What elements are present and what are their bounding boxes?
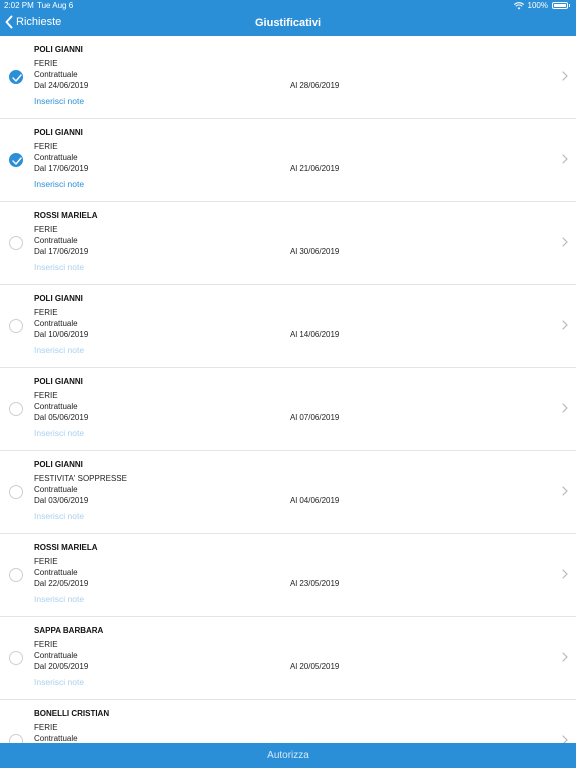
battery-icon — [552, 2, 568, 9]
chevron-right-icon — [562, 71, 568, 81]
date-to: Al 30/06/2019 — [290, 247, 340, 256]
list-item[interactable]: POLI GIANNI FERIE Contrattuale Dal 24/06/20… — [0, 36, 576, 119]
justification-type: FERIE — [34, 640, 58, 649]
chevron-right-icon — [562, 403, 568, 413]
selection-checkbox[interactable] — [9, 734, 23, 743]
justification-type: FERIE — [34, 557, 58, 566]
date-to: Al 21/06/2019 — [290, 164, 340, 173]
status-date: Tue Aug 6 — [37, 1, 74, 10]
justification-kind: Contrattuale — [34, 734, 78, 743]
selection-checkbox[interactable] — [9, 319, 23, 333]
justification-type: FERIE — [34, 723, 58, 732]
list-item[interactable]: SAPPA BARBARA FERIE Contrattuale Dal 20/05/… — [0, 617, 576, 700]
chevron-right-icon — [562, 569, 568, 579]
justification-kind: Contrattuale — [34, 153, 78, 162]
justification-type: FERIE — [34, 142, 58, 151]
justification-kind: Contrattuale — [34, 70, 78, 79]
date-to: Al 04/06/2019 — [290, 496, 340, 505]
employee-name: POLI GIANNI — [34, 460, 83, 469]
justification-kind: Contrattuale — [34, 236, 78, 245]
chevron-right-icon — [562, 652, 568, 662]
insert-notes-link[interactable]: Inserisci note — [34, 428, 84, 438]
justification-kind: Contrattuale — [34, 568, 78, 577]
wifi-icon — [513, 1, 524, 9]
justification-type: FERIE — [34, 391, 58, 400]
date-from: Dal 22/05/2019 — [34, 579, 89, 588]
date-to: Al 20/05/2019 — [290, 662, 340, 671]
insert-notes-link[interactable]: Inserisci note — [34, 511, 84, 521]
page-title: Giustificativi — [254, 17, 322, 29]
chevron-right-icon — [562, 320, 568, 330]
insert-notes-link[interactable]: Inserisci note — [34, 345, 84, 355]
justification-kind: Contrattuale — [34, 402, 78, 411]
justification-kind: Contrattuale — [34, 319, 78, 328]
status-right: 100% — [513, 1, 570, 10]
date-to: Al 14/06/2019 — [290, 330, 340, 339]
date-to: Al 28/06/2019 — [290, 81, 340, 90]
justification-type: FESTIVITA' SOPPRESSE — [34, 474, 127, 483]
battery-percent: 100% — [527, 1, 548, 10]
list-item[interactable]: POLI GIANNI FERIE Contrattuale Dal 05/06/20… — [0, 368, 576, 451]
insert-notes-link[interactable]: Inserisci note — [34, 262, 84, 272]
employee-name: POLI GIANNI — [34, 45, 83, 54]
date-from: Dal 05/06/2019 — [34, 413, 89, 422]
selection-checkbox[interactable] — [9, 485, 23, 499]
justification-type: FERIE — [34, 59, 58, 68]
justification-type: FERIE — [34, 308, 58, 317]
selection-checkbox[interactable] — [9, 236, 23, 250]
checkmark-icon — [12, 74, 22, 82]
selection-checkbox[interactable] — [9, 651, 23, 665]
date-from: Dal 24/06/2019 — [34, 81, 89, 90]
employee-name: POLI GIANNI — [34, 377, 83, 386]
selection-checkbox[interactable] — [9, 153, 23, 167]
employee-name: POLI GIANNI — [34, 128, 83, 137]
list-item[interactable]: POLI GIANNI FESTIVITA' SOPPRESSE Contrattu… — [0, 451, 576, 534]
selection-checkbox[interactable] — [9, 402, 23, 416]
status-time: 2:02 PM — [4, 1, 34, 10]
date-from: Dal 17/06/2019 — [34, 247, 89, 256]
employee-name: POLI GIANNI — [34, 294, 83, 303]
selection-checkbox[interactable] — [9, 568, 23, 582]
insert-notes-link[interactable]: Inserisci note — [34, 594, 84, 604]
list-item[interactable]: ROSSI MARIELA FERIE Contrattuale Dal 17/06/… — [0, 202, 576, 285]
chevron-right-icon — [562, 154, 568, 164]
list-item[interactable]: ROSSI MARIELA FERIE Contrattuale Dal 22/05/… — [0, 534, 576, 617]
authorize-button[interactable]: Autorizza — [0, 743, 576, 768]
employee-name: BONELLI CRISTIAN — [34, 709, 110, 718]
insert-notes-link[interactable]: Inserisci note — [34, 179, 84, 189]
status-bar: 2:02 PM Tue Aug 6 100% — [0, 0, 576, 12]
list-item[interactable]: BONELLI CRISTIAN FERIE Contrattuale — [0, 700, 576, 743]
date-from: Dal 03/06/2019 — [34, 496, 89, 505]
chevron-right-icon — [562, 735, 568, 743]
nav-bar: Richieste Giustificativi — [0, 12, 576, 36]
date-to: Al 07/06/2019 — [290, 413, 340, 422]
justification-kind: Contrattuale — [34, 651, 78, 660]
justification-list: POLI GIANNI FERIE Contrattuale Dal 24/06/20… — [0, 36, 576, 743]
list-item[interactable]: POLI GIANNI FERIE Contrattuale Dal 10/06/20… — [0, 285, 576, 368]
date-from: Dal 17/06/2019 — [34, 164, 89, 173]
checkmark-icon — [12, 157, 22, 165]
employee-name: ROSSI MARIELA — [34, 543, 98, 552]
insert-notes-link[interactable]: Inserisci note — [34, 677, 84, 687]
justification-kind: Contrattuale — [34, 485, 78, 494]
date-to: Al 23/05/2019 — [290, 579, 340, 588]
date-from: Dal 10/06/2019 — [34, 330, 89, 339]
justification-type: FERIE — [34, 225, 58, 234]
battery-cap — [569, 4, 570, 7]
employee-name: ROSSI MARIELA — [34, 211, 98, 220]
chevron-right-icon — [562, 486, 568, 496]
selection-checkbox[interactable] — [9, 70, 23, 84]
date-from: Dal 20/05/2019 — [34, 662, 89, 671]
list-item[interactable]: POLI GIANNI FERIE Contrattuale Dal 17/06/20… — [0, 119, 576, 202]
insert-notes-link[interactable]: Inserisci note — [34, 96, 84, 106]
chevron-right-icon — [562, 237, 568, 247]
employee-name: SAPPA BARBARA — [34, 626, 104, 635]
